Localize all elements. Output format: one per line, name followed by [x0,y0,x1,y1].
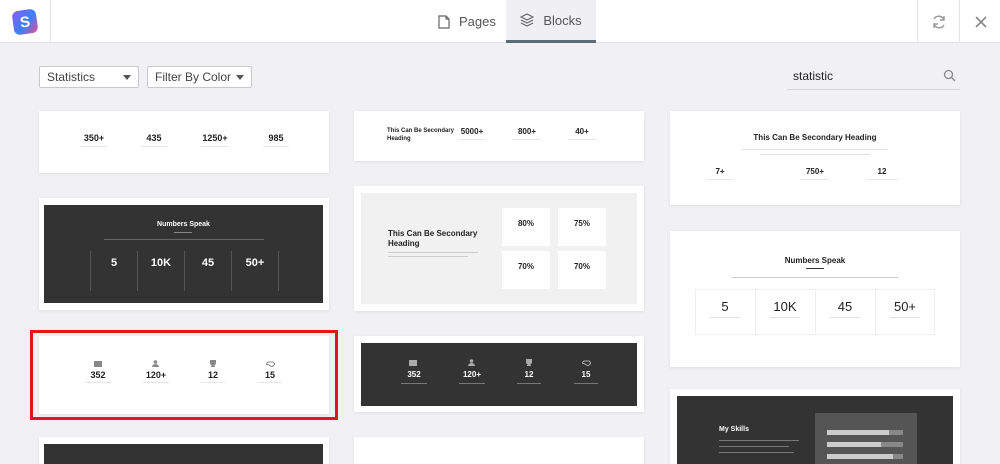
chevron-down-icon [123,74,131,80]
color-filter-value: Filter By Color [155,70,232,84]
stat-value: 10K [773,299,797,314]
projects-icon [409,360,417,366]
dark-stats-panel: 352 120+ 12 15 [361,343,637,406]
category-select-value: Statistics [47,70,96,84]
stat-value: 45 [201,257,215,269]
block-heading: This Can Be Secondary Heading [753,133,877,142]
block-card-11[interactable] [354,437,644,464]
tab-blocks[interactable]: Blocks [506,0,596,43]
stat-value: 12 [524,370,534,379]
stat-value: 800+ [517,127,537,136]
block-card-1[interactable]: 350+ 435 1250+ 985 [39,111,329,173]
user-icon [468,359,475,366]
stat-value: 15 [581,370,591,379]
block-card-2[interactable]: This Can Be Secondary Heading 5000+ 800+… [354,111,644,161]
stat-value: 45 [837,299,853,314]
chevron-down-icon [236,74,244,80]
layers-icon [520,13,535,27]
block-card-6[interactable]: Numbers Speak 5 10K 45 50+ [670,231,960,367]
color-filter-select[interactable]: Filter By Color [147,66,252,88]
close-icon [974,15,987,28]
stat-value: 70% [573,262,590,271]
block-card-4[interactable]: Numbers Speak 5 10K 45 50+ [39,198,329,310]
stat-value: 1250+ [202,133,228,143]
stat-value: 5 [721,299,729,314]
stat-value: 10K [150,257,172,269]
stat-value: 75% [573,219,590,228]
top-bar: S Pages Blocks [0,0,1000,43]
block-heading: Numbers Speak [784,256,846,265]
logo-container: S [0,0,51,43]
stat-value: 70% [517,262,534,271]
stat-value: 350+ [83,133,105,143]
stat-value: 985 [268,133,284,143]
dark-skills-panel: My Skills [677,396,953,464]
close-button[interactable] [959,0,1000,43]
app-logo: S [11,7,39,36]
block-card-9[interactable]: My Skills [670,389,960,464]
stat-value: 50+ [893,299,917,314]
search-icon[interactable] [943,69,956,82]
block-card-3[interactable]: This Can Be Secondary Heading 7+ 750+ 12 [670,111,960,205]
stat-value: 50+ [245,257,265,269]
stat-value: 5000+ [460,127,484,136]
block-heading: This Can Be Secondary Heading [388,229,478,248]
dark-stats-panel: Numbers Speak 5 10K 45 50+ [44,205,323,303]
block-heading: My Skills [719,426,749,433]
block-card-5[interactable]: This Can Be Secondary Heading 80% 75% 70… [354,186,644,311]
stat-value: 352 [407,370,421,379]
trophy-icon [526,359,532,366]
category-select[interactable]: Statistics [39,66,139,88]
stat-value: 750+ [805,167,825,176]
block-heading: This Can Be Secondary Heading [387,128,455,142]
stat-value: 5 [110,257,118,269]
refresh-icon [932,15,945,28]
stat-value: 80% [517,219,534,228]
search-box [787,62,960,90]
page-icon [438,14,450,29]
block-card-10[interactable] [39,437,329,464]
stat-value: 435 [146,133,162,143]
tab-pages[interactable]: Pages [418,0,516,43]
tab-pages-label: Pages [459,14,496,29]
stat-value: 120+ [462,370,482,379]
stat-value: 40+ [575,127,589,136]
refresh-button[interactable] [917,0,959,43]
tab-blocks-label: Blocks [543,12,582,28]
stat-value: 7+ [715,167,725,176]
stat-value: 12 [877,167,887,176]
block-card-8[interactable]: 352 120+ 12 15 [354,336,644,412]
search-input[interactable] [793,68,933,83]
handshake-icon [582,360,591,366]
block-heading: Numbers Speak [157,221,210,228]
selected-block-highlight [30,330,338,420]
